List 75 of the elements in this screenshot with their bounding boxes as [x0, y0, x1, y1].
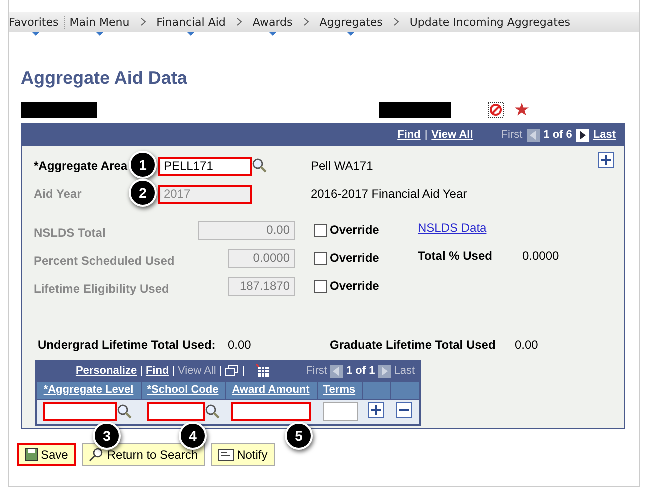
record-counter: 1 of 6 [544, 129, 572, 141]
field-description: Pell WA171 [311, 159, 374, 173]
lookup-icon[interactable] [117, 404, 133, 420]
step-number: 4 [179, 422, 207, 450]
step-number: 3 [93, 422, 121, 450]
total-value: 0.00 [515, 338, 538, 352]
step-number: 5 [285, 422, 313, 450]
find-link[interactable]: Find [398, 129, 421, 141]
column-header[interactable]: Award Amount [225, 381, 317, 399]
separator-text: | [172, 365, 176, 378]
breadcrumb-item[interactable]: Awards [248, 16, 298, 28]
first-link[interactable]: First [306, 365, 328, 378]
breadcrumb-item[interactable]: Financial Aid [152, 16, 231, 28]
checkbox-label: Override [330, 223, 380, 237]
field-label: NSLDS Total [34, 226, 106, 240]
chevron-icon [140, 18, 146, 26]
breadcrumb-item[interactable]: Update Incoming Aggregates [404, 16, 576, 28]
text-field[interactable] [231, 402, 311, 422]
nslds-data-link[interactable]: NSLDS Data [418, 221, 487, 235]
last-link[interactable]: Last [394, 365, 415, 378]
field-label: Aid Year [34, 187, 82, 201]
chevron-icon [236, 18, 242, 26]
column-header[interactable]: *School Code [141, 381, 225, 399]
redaction-bar [379, 102, 451, 118]
breadcrumb-item[interactable]: Main Menu [64, 16, 135, 28]
breadcrumb-item[interactable]: Aggregates [314, 16, 388, 28]
text-field[interactable] [43, 402, 117, 422]
separator-text: | [219, 365, 222, 378]
step-number: 2 [129, 179, 157, 207]
total-label: Undergrad Lifetime Total Used: [38, 338, 216, 352]
text-field[interactable]: PELL171 [158, 156, 252, 176]
text-field[interactable] [323, 402, 358, 422]
checkbox-label: Override [330, 251, 380, 265]
add-row-icon[interactable] [598, 152, 614, 168]
search-icon [89, 448, 104, 462]
total-label: Graduate Lifetime Total Used [330, 338, 496, 352]
chevron-icon [304, 18, 309, 26]
chevron-icon [394, 18, 399, 26]
field-label: Total % Used [418, 249, 492, 263]
add-row-icon[interactable] [368, 402, 384, 418]
last-link[interactable]: Last [593, 129, 616, 141]
view-all-link[interactable]: View All [432, 129, 474, 141]
total-value: 0.00 [228, 338, 252, 352]
column-header[interactable]: *Aggregate Level [36, 381, 141, 399]
no-entry-icon[interactable] [488, 102, 504, 118]
return-to-search-button[interactable]: Return to Search [82, 443, 206, 466]
star-icon[interactable] [515, 103, 529, 117]
grid-link[interactable]: Find [146, 365, 170, 378]
field-label: Percent Scheduled Used [34, 254, 175, 268]
note-icon [218, 448, 234, 460]
spreadsheet-icon[interactable] [256, 364, 270, 378]
text-field[interactable] [147, 402, 205, 422]
new-window-icon[interactable] [225, 365, 240, 378]
notify-button[interactable]: Notify [211, 443, 275, 466]
record-counter: 1 of 1 [346, 365, 376, 378]
field-description: 2016-2017 Financial Aid Year [311, 187, 468, 201]
field-label: Lifetime Eligibility Used [34, 282, 170, 296]
remove-row-icon[interactable] [396, 402, 412, 418]
field-label: *Aggregate Area [34, 159, 128, 173]
lookup-icon[interactable] [205, 404, 221, 420]
step-number: 1 [129, 151, 157, 179]
lookup-icon[interactable] [252, 158, 268, 174]
separator-text: | [242, 365, 246, 378]
page-title: Aggregate Aid Data [21, 68, 188, 89]
grid-link[interactable]: Personalize [76, 365, 138, 378]
checkbox[interactable] [314, 224, 327, 236]
save-button[interactable]: Save [17, 443, 76, 466]
checkbox[interactable] [314, 252, 327, 264]
field-value: 0.0000 [522, 249, 560, 263]
separator-text: | [424, 129, 428, 141]
checkbox[interactable] [314, 280, 327, 292]
separator-text: | [140, 365, 143, 378]
breadcrumb-item[interactable]: Favorites [9, 16, 65, 28]
column-header[interactable]: Terms [317, 381, 362, 399]
checkbox-label: Override [330, 279, 380, 293]
